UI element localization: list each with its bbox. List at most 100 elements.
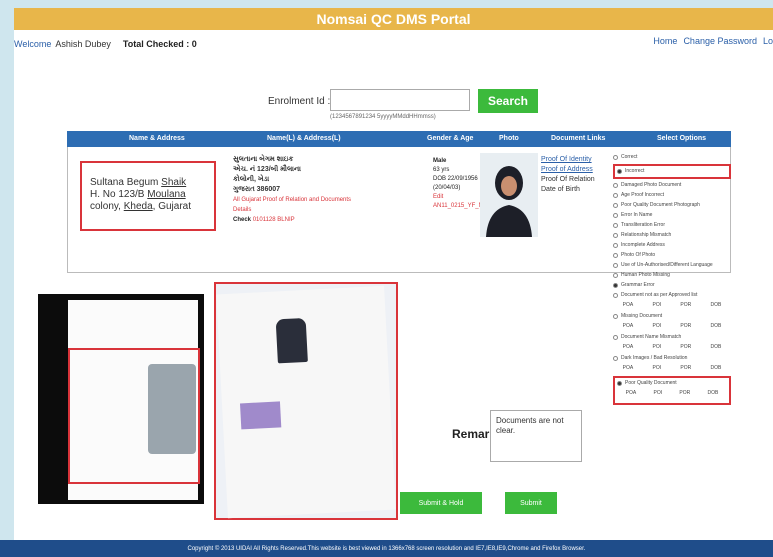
remark-textarea[interactable]: Documents are not clear. (490, 410, 582, 462)
header-select-options: Select Options (657, 135, 707, 142)
proof-of-identity-link[interactable]: Proof Of Identity (541, 155, 595, 165)
option-not-approved[interactable]: Document not as per Approved list (613, 292, 731, 299)
document-image-right (214, 282, 398, 520)
checkbox-icon[interactable] (613, 183, 618, 188)
document-paper (216, 285, 396, 519)
document-image-left (38, 294, 204, 504)
header-local-address: Name(L) & Address(L) (267, 135, 341, 142)
search-button[interactable]: Search (478, 89, 538, 113)
submit-hold-button[interactable]: Submit & Hold (400, 492, 482, 514)
checkbox-icon[interactable] (613, 273, 618, 278)
document-photo (275, 317, 308, 364)
state: , Gujarat (152, 201, 192, 212)
gender: Male (433, 158, 447, 164)
checkbox-icon[interactable] (613, 356, 618, 361)
checkbox-icon[interactable] (613, 193, 618, 198)
colony-text: colony, (90, 201, 124, 212)
checkbox-icon[interactable] (613, 293, 618, 298)
header-name-address: Name & Address (129, 135, 185, 142)
sub-options-poor-quality: POA POI POR DOB (625, 390, 719, 396)
option-error-name[interactable]: Error In Name (613, 212, 731, 219)
enrolment-input[interactable] (330, 89, 470, 111)
option-photo-of-photo[interactable]: Photo Of Photo (613, 252, 731, 259)
name-text: Sultana Begum (90, 177, 162, 188)
footer: Copyright © 2013 UIDAI All Rights Reserv… (0, 540, 773, 557)
option-poor-quality-photo[interactable]: Poor Quality Document Photograph (613, 202, 731, 209)
sub-options-4: POA POI POR DOB (622, 365, 722, 371)
proof-of-relation: Proof Of Relation (541, 176, 595, 183)
local-note-2: Details (233, 207, 252, 213)
option-damaged[interactable]: Damaged Photo Document (613, 182, 731, 189)
person-photo-icon (480, 153, 538, 237)
option-missing-document[interactable]: Missing Document (613, 313, 731, 320)
option-correct[interactable]: Correct (613, 154, 731, 161)
option-grammar[interactable]: Grammar Error (613, 282, 731, 289)
sub-options-1: POA POI POR DOB (622, 302, 722, 308)
portal-title: Nomsai QC DMS Portal (14, 8, 773, 30)
local-address-line-2: કોલોની, ખેડા (233, 176, 270, 183)
radio-icon[interactable] (613, 155, 618, 160)
option-age-proof[interactable]: Age Proof Incorrect (613, 192, 731, 199)
option-transliteration[interactable]: Transliteration Error (613, 222, 731, 229)
stamp-image (239, 401, 282, 430)
name-address-cell: Sultana Begum Shaik H. No 123/B Moulana … (80, 161, 216, 231)
option-incorrect[interactable]: Incorrect (613, 164, 731, 179)
district: Kheda (123, 201, 153, 212)
radio-selected-icon[interactable] (617, 169, 622, 174)
local-note: All Gujarat Proof of Relation and Docume… (233, 197, 352, 203)
checkbox-icon[interactable] (613, 314, 618, 319)
local-address-line-3: ગુજરાત 386007 (233, 186, 281, 193)
document-links-cell: Proof Of Identity Proof of Address Proof… (541, 155, 595, 195)
page: Nomsai QC DMS Portal Welcome Ashish Dube… (0, 0, 773, 557)
poor-quality-document-group: Poor Quality Document POA POI POR DOB (613, 376, 731, 405)
highlight-box (68, 348, 200, 484)
checkbox-icon[interactable] (613, 223, 618, 228)
total-checked: Total Checked : 0 (122, 39, 197, 49)
header-document-links: Document Links (551, 135, 606, 142)
checkbox-icon[interactable] (613, 203, 618, 208)
sub-options-2: POA POI POR DOB (622, 323, 722, 329)
title-bar: Nomsai QC DMS Portal (0, 0, 773, 30)
check-label: Check (233, 217, 252, 223)
local-address-line-1: એચ. નં 123/બી મૌલાના (233, 166, 301, 173)
table-header: Name & Address Name(L) & Address(L) Gend… (67, 131, 731, 147)
enrolment-label: Enrolment Id : (268, 96, 331, 107)
sub-options-3: POA POI POR DOB (622, 344, 722, 350)
user-bar: Welcome Ashish Dubey Total Checked : 0 H… (14, 36, 773, 52)
proof-of-address-link[interactable]: Proof of Address (541, 165, 595, 175)
option-incomplete-address[interactable]: Incomplete Address (613, 242, 731, 249)
option-name-mismatch[interactable]: Document Name Mismatch (613, 334, 731, 341)
checkbox-checked-icon[interactable] (617, 381, 622, 386)
option-poor-quality-document[interactable]: Poor Quality Document (617, 380, 727, 387)
check-value: 0101128 BLNIP (252, 217, 295, 223)
change-password-link[interactable]: Change Password (683, 36, 757, 46)
applicant-photo (480, 153, 538, 237)
checkbox-icon[interactable] (613, 243, 618, 248)
header-photo: Photo (499, 135, 519, 142)
submit-button[interactable]: Submit (505, 492, 557, 514)
checkbox-icon[interactable] (613, 233, 618, 238)
welcome-label: Welcome (14, 39, 52, 49)
house-number: H. No 123/B (90, 189, 148, 200)
logout-link[interactable]: Lo (763, 36, 773, 46)
option-language[interactable]: Use of Un-Authorised/Different Language (613, 262, 731, 269)
date-of-birth: Date of Birth (541, 186, 580, 193)
checkbox-icon[interactable] (613, 253, 618, 258)
left-edge (0, 30, 14, 540)
checkbox-icon[interactable] (613, 213, 618, 218)
local-name: સુલતાના બેગમ શાઇક (233, 156, 294, 163)
option-human-photo[interactable]: Human Photo Missing (613, 272, 731, 279)
enrolment-hint: (1234567891234 5yyyyMMddHHmmss) (330, 114, 436, 120)
checkbox-checked-icon[interactable] (613, 283, 618, 288)
user-name: Ashish Dubey (55, 39, 111, 49)
top-links: Home Change Password Lo (653, 36, 773, 46)
checkbox-icon[interactable] (613, 263, 618, 268)
home-link[interactable]: Home (653, 36, 677, 46)
local-address-cell: સુલતાના બેગમ શાઇક એચ. નં 123/બી મૌલાના ક… (233, 155, 373, 225)
select-options-panel: Correct Incorrect Damaged Photo Document… (613, 154, 731, 524)
checkbox-icon[interactable] (613, 335, 618, 340)
name-surname: Shaik (161, 177, 187, 188)
option-dark-images[interactable]: Dark Images / Bad Resolution (613, 355, 731, 362)
locality: Moulana (147, 189, 186, 200)
option-relationship[interactable]: Relationship Mismatch (613, 232, 731, 239)
